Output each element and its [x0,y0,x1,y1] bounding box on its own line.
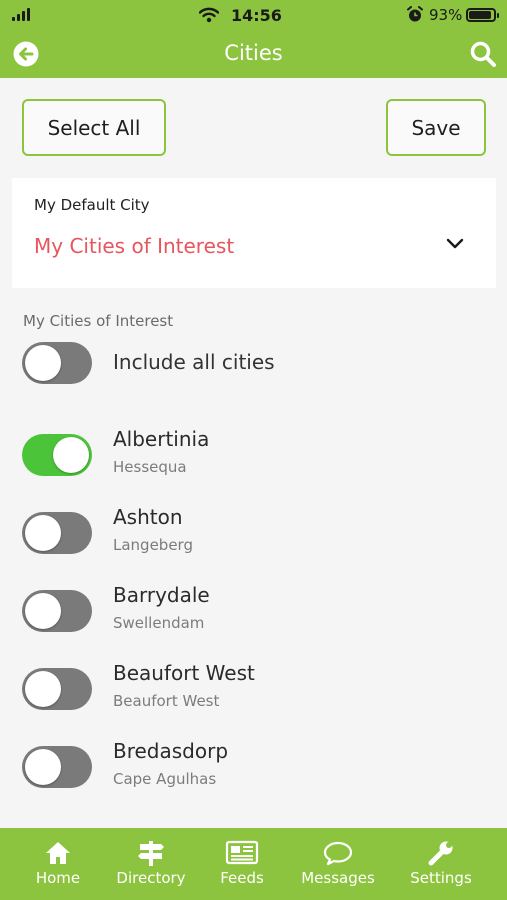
bottom-tab-bar: Home Directory Feeds Messages Settings [0,828,507,900]
status-time: 14:56 [231,6,282,25]
city-name: Barrydale [113,583,210,607]
include-all-label: Include all cities [113,350,275,374]
toggle-knob [25,671,61,707]
home-icon [46,842,70,864]
default-city-value: My Cities of Interest [34,234,235,258]
city-toggle[interactable] [22,512,92,554]
select-all-button[interactable]: Select All [22,99,166,156]
toggle-knob [25,593,61,629]
city-name: Ashton [113,505,183,529]
chat-bubble-icon [323,841,353,866]
tab-label: Directory [116,869,186,887]
city-toggle[interactable] [22,746,92,788]
chevron-down-icon [446,238,464,249]
city-region: Cape Agulhas [113,770,217,788]
status-bar: 14:56 93% [0,0,507,30]
signpost-icon [138,841,164,866]
tab-settings[interactable]: Settings [406,828,476,900]
city-name: Beaufort West [113,661,255,685]
city-name: Bredasdorp [113,739,229,763]
city-toggle[interactable] [22,434,92,476]
tab-home[interactable]: Home [28,828,88,900]
tab-label: Settings [410,869,472,887]
tab-label: Home [35,869,81,887]
city-region: Hessequa [113,458,187,476]
tab-label: Feeds [220,869,264,887]
toggle-knob [25,749,61,785]
city-region: Langeberg [113,536,193,554]
toggle-knob [25,345,61,381]
battery-percentage: 93% [429,6,463,24]
include-all-toggle[interactable] [22,342,92,384]
toggle-knob [25,515,61,551]
city-row: Albertinia Hessequa [0,427,507,504]
city-row: Bredasdorp Cape Agulhas [0,739,507,816]
page-title: Cities [224,41,283,65]
cellular-signal-icon [12,8,30,21]
city-row: Ashton Langeberg [0,505,507,582]
city-name: Albertinia [113,427,210,451]
city-region: Beaufort West [113,692,220,710]
city-row: Beaufort West Beaufort West [0,661,507,738]
toggle-knob [53,437,89,473]
wifi-icon [199,7,219,23]
newspaper-icon [225,840,259,865]
search-icon[interactable] [469,40,497,68]
wrench-icon [428,841,453,866]
section-label: My Cities of Interest [23,312,174,330]
battery-icon [466,8,499,22]
tab-label: Messages [301,869,375,887]
alarm-clock-icon [407,6,423,22]
default-city-label: My Default City [34,196,150,214]
city-toggle[interactable] [22,668,92,710]
tab-directory[interactable]: Directory [113,828,189,900]
app-header: Cities [0,30,507,78]
default-city-dropdown[interactable]: My Default City My Cities of Interest [12,178,496,288]
save-button[interactable]: Save [386,99,486,156]
city-row: Barrydale Swellendam [0,583,507,660]
tab-feeds[interactable]: Feeds [212,828,272,900]
city-toggle[interactable] [22,590,92,632]
city-region: Swellendam [113,614,205,632]
tab-messages[interactable]: Messages [296,828,380,900]
